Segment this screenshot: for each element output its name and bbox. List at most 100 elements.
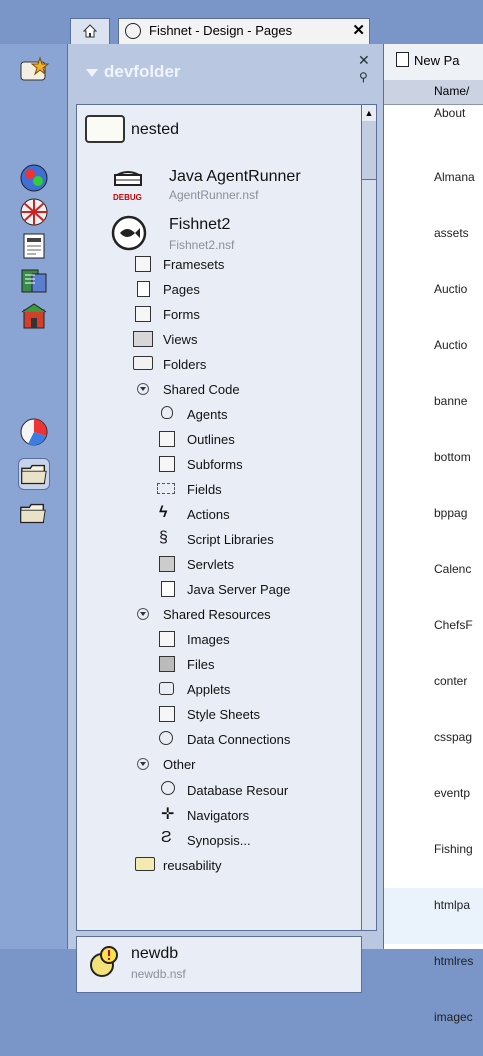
tree-item-navigators[interactable]: Navigators (187, 808, 249, 823)
table-row[interactable]: assets (384, 216, 483, 272)
expand-other-icon[interactable] (137, 758, 149, 770)
folder-panel: devfolder ✕ ⚲ nested DEBUG Java AgentRun… (68, 44, 383, 993)
table-row[interactable]: imagec (384, 1000, 483, 1056)
database-resources-icon (161, 781, 175, 795)
newdb-section: newdb newdb.nsf (76, 936, 362, 993)
tab-close-button[interactable]: ✕ (352, 19, 365, 43)
folders-icon (133, 356, 153, 370)
table-row[interactable]: htmlres (384, 944, 483, 1000)
tree-item-style-sheets[interactable]: Style Sheets (187, 707, 260, 722)
column-header[interactable]: Name/ (384, 80, 483, 105)
panel-title[interactable]: devfolder (86, 62, 181, 82)
column-name-header[interactable]: Name/ (434, 84, 469, 98)
building-icon (21, 303, 47, 329)
folder-icon (20, 503, 46, 524)
tree-item-subforms[interactable]: Subforms (187, 457, 243, 472)
tree-item-actions[interactable]: Actions (187, 507, 230, 522)
new-page-button[interactable]: New Pa (396, 52, 460, 68)
expand-shared-code-icon[interactable] (137, 383, 149, 395)
reusability-folder-icon (135, 857, 155, 871)
tab-title: Fishnet - Design - Pages (149, 23, 293, 38)
server-bookmark[interactable] (18, 264, 50, 296)
chart-bookmark[interactable] (18, 416, 50, 448)
row-name: htmlpa (434, 898, 471, 912)
tree-item-agents[interactable]: Agents (187, 407, 227, 422)
tree-item-shared-resources[interactable]: Shared Resources (163, 607, 271, 622)
tree-item-java-server-pages[interactable]: Java Server Page (187, 582, 290, 597)
web-bookmark[interactable] (18, 196, 50, 228)
tree-item-java-agentrunner[interactable]: Java AgentRunner (169, 168, 301, 186)
newdb-filename: newdb.nsf (131, 967, 186, 981)
apps-bookmark[interactable] (18, 162, 50, 194)
tree-item-files[interactable]: Files (187, 657, 214, 672)
tree-item-data-connections[interactable]: Data Connections (187, 732, 290, 747)
row-name: imagec (434, 1010, 473, 1024)
row-name: bppag (434, 506, 468, 520)
table-row[interactable]: ChefsF (384, 608, 483, 664)
tree-item-servlets[interactable]: Servlets (187, 557, 234, 572)
table-row[interactable]: bottom (384, 440, 483, 496)
table-row[interactable]: htmlpa (384, 888, 483, 944)
table-row[interactable]: Auctio (384, 272, 483, 328)
panel-close-button[interactable]: ✕ (358, 52, 370, 69)
tree-item-other[interactable]: Other (163, 757, 196, 772)
home-tab[interactable] (70, 18, 110, 44)
favorites-bookmark[interactable] (18, 54, 50, 86)
table-row[interactable]: bppag (384, 496, 483, 552)
folder-bookmark[interactable] (18, 498, 50, 530)
tree-item-database-resources[interactable]: Database Resour (187, 783, 288, 798)
tree-scrollbar[interactable]: ▲ (361, 104, 377, 931)
tree-item-images[interactable]: Images (187, 632, 230, 647)
row-name: bottom (434, 450, 471, 464)
table-row[interactable]: About (384, 104, 483, 160)
actions-icon: ϟ (159, 504, 168, 521)
doc-bookmark[interactable] (18, 230, 50, 262)
scroll-up-button[interactable]: ▲ (362, 105, 376, 122)
tree-item-views[interactable]: Views (163, 332, 197, 347)
cake-icon (114, 171, 142, 186)
tree-item-forms[interactable]: Forms (163, 307, 200, 322)
pie-chart-icon (20, 418, 48, 446)
design-view: New Pa Name/ About Almana assets Auctio Auct… (383, 44, 483, 1024)
tree-item-nested[interactable]: nested (131, 121, 179, 139)
scroll-thumb[interactable] (362, 121, 376, 180)
agentrunner-filename: AgentRunner.nsf (169, 188, 259, 202)
pages-icon (137, 281, 150, 297)
tree-item-newdb[interactable]: newdb (131, 945, 178, 963)
table-row[interactable]: banne (384, 384, 483, 440)
table-row[interactable]: conter (384, 664, 483, 720)
row-name: Calenc (434, 562, 472, 576)
tree-item-pages[interactable]: Pages (163, 282, 200, 297)
navigators-icon: ✛ (161, 806, 175, 823)
subforms-icon (159, 456, 175, 472)
table-row[interactable]: Calenc (384, 552, 483, 608)
table-row[interactable]: Auctio (384, 328, 483, 384)
tree-item-synopsis[interactable]: Synopsis... (187, 833, 251, 848)
jsp-icon (161, 581, 175, 597)
devfolder-bookmark[interactable] (18, 458, 50, 490)
tree-item-framesets[interactable]: Framesets (163, 257, 224, 272)
tree-item-applets[interactable]: Applets (187, 682, 230, 697)
table-row[interactable]: csspag (384, 720, 483, 776)
tree-item-reusability[interactable]: reusability (163, 858, 222, 873)
row-name: Almana (434, 170, 475, 184)
fields-icon (157, 483, 175, 494)
document-icon (23, 233, 45, 259)
row-name: eventp (434, 786, 471, 800)
action-bar: New Pa (384, 44, 483, 80)
tree-item-outlines[interactable]: Outlines (187, 432, 235, 447)
tree-item-shared-code[interactable]: Shared Code (163, 382, 240, 397)
expand-shared-resources-icon[interactable] (137, 608, 149, 620)
pin-icon[interactable]: ⚲ (359, 70, 368, 84)
tree-item-folders[interactable]: Folders (163, 357, 206, 372)
tree-item-fields[interactable]: Fields (187, 482, 222, 497)
tree-item-script-libraries[interactable]: Script Libraries (187, 532, 274, 547)
table-row[interactable]: Almana (384, 160, 483, 216)
tab-fishnet-design-pages[interactable]: Fishnet - Design - Pages ✕ (118, 18, 370, 44)
tree-item-fishnet2[interactable]: Fishnet2 (169, 216, 230, 234)
row-name: Fishing (434, 842, 473, 856)
table-row[interactable]: Fishing (384, 832, 483, 888)
star-folder-icon (20, 56, 50, 81)
building-bookmark[interactable] (18, 300, 50, 332)
table-row[interactable]: eventp (384, 776, 483, 832)
